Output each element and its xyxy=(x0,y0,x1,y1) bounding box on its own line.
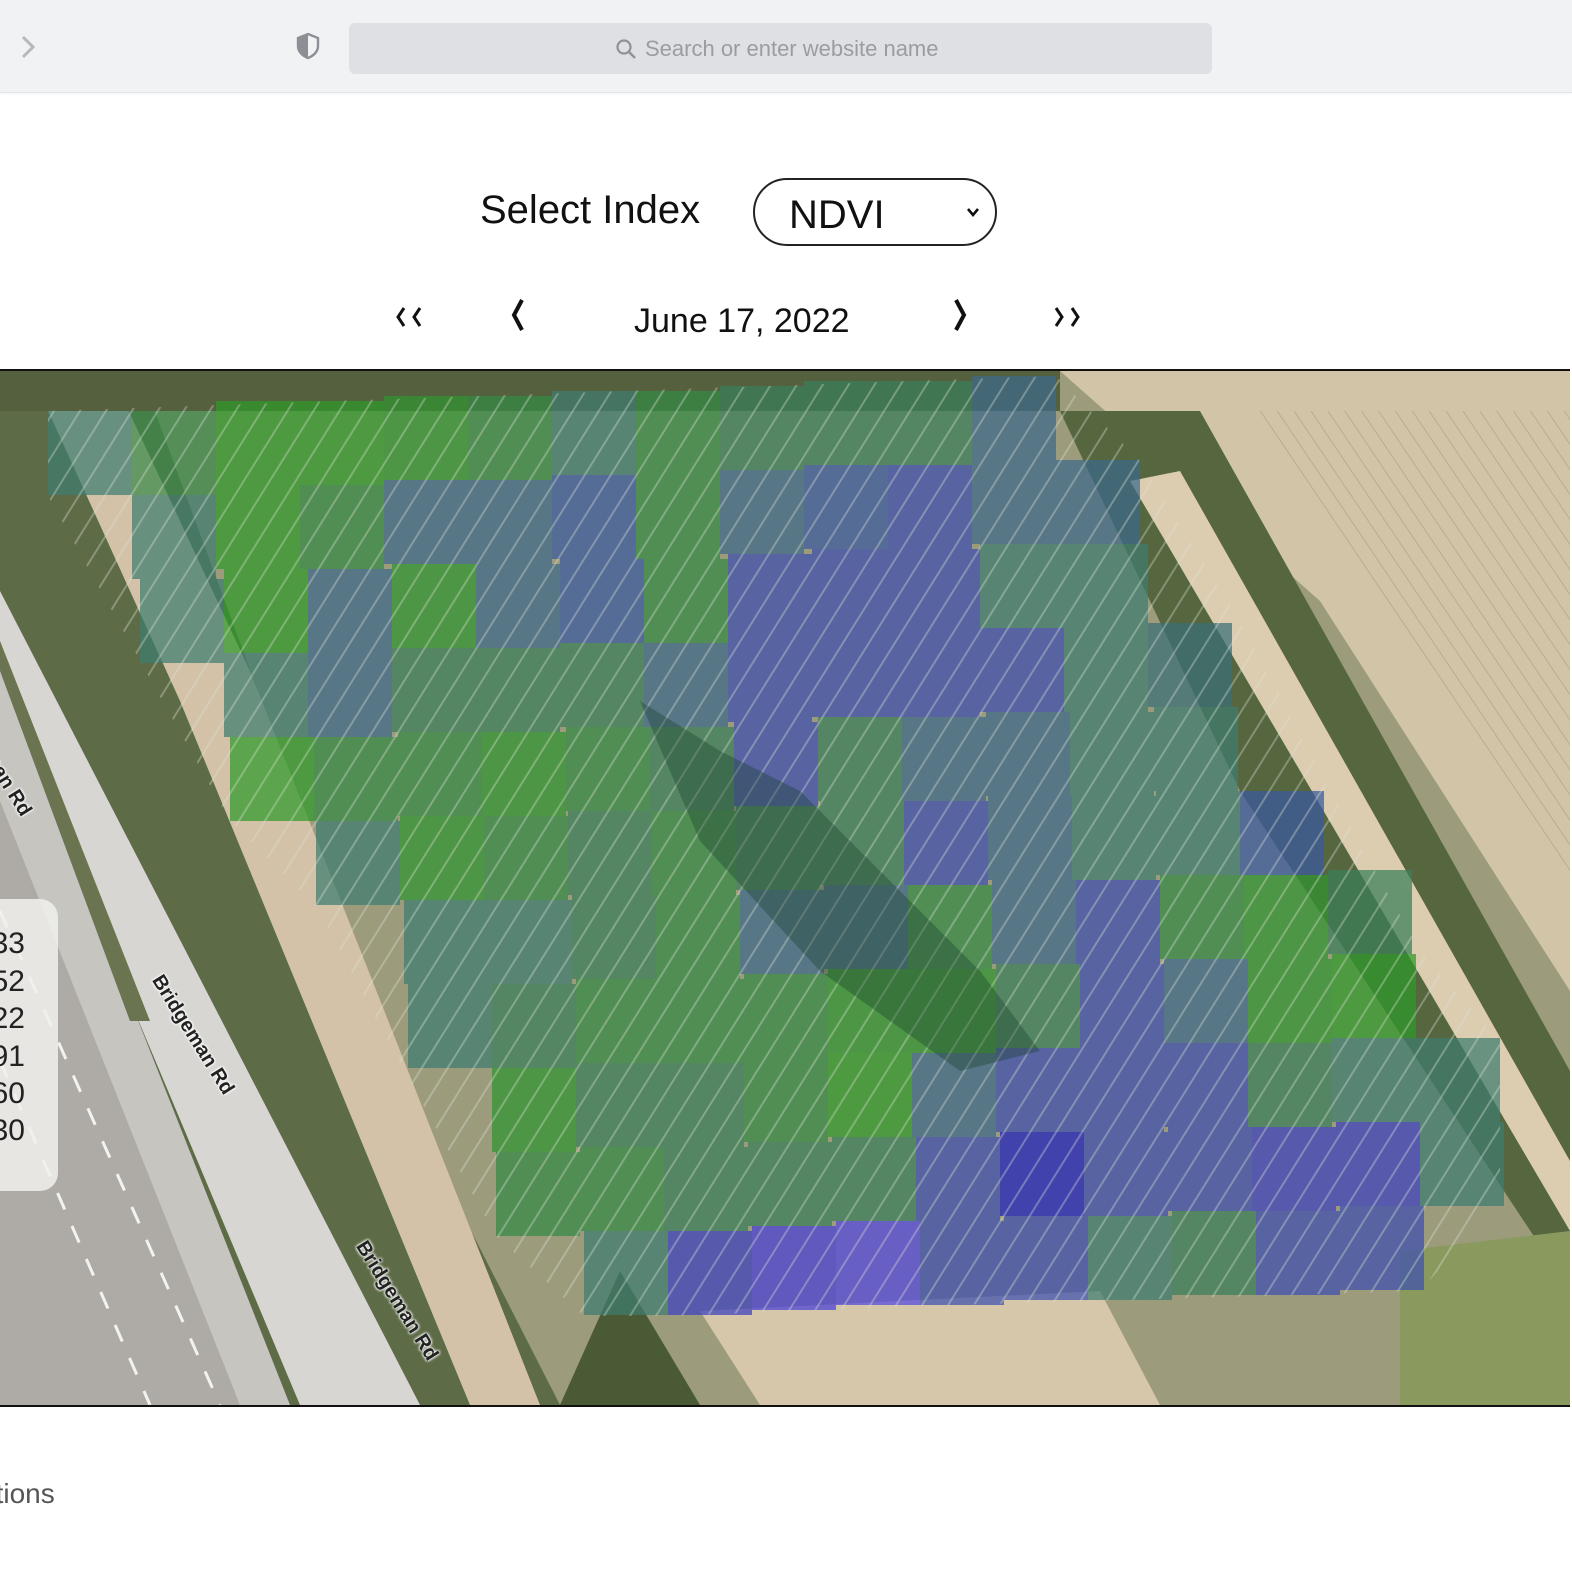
map-legend: 33 52 22 91 60 30 xyxy=(0,899,58,1191)
next-date-button[interactable] xyxy=(946,290,974,340)
chevron-left-icon xyxy=(511,299,524,331)
ndvi-map[interactable]: nan Rd Bridgeman Rd Bridgeman Rd 33 52 2… xyxy=(0,369,1570,1407)
select-index-label: Select Index xyxy=(480,188,701,232)
legend-value: 52 xyxy=(0,965,25,998)
double-chevron-right-icon xyxy=(1054,307,1080,327)
legend-value: 22 xyxy=(0,1002,25,1035)
previous-date-button[interactable] xyxy=(504,290,532,340)
browser-toolbar xyxy=(0,0,1572,93)
legend-value: 60 xyxy=(0,1077,25,1110)
legend-value: 30 xyxy=(0,1114,25,1147)
chevron-right-icon xyxy=(954,299,967,331)
address-bar[interactable] xyxy=(349,23,1212,74)
map-canvas xyxy=(0,371,1570,1405)
legend-value: 33 xyxy=(0,927,25,960)
first-date-button[interactable] xyxy=(392,290,432,340)
current-date: June 17, 2022 xyxy=(634,302,850,340)
shield-icon[interactable] xyxy=(294,32,322,60)
last-date-button[interactable] xyxy=(1048,290,1088,340)
magnifier-icon xyxy=(616,39,636,59)
address-input[interactable] xyxy=(643,31,1167,67)
legend-value: 91 xyxy=(0,1040,25,1073)
chevron-down-icon xyxy=(967,208,979,218)
forward-button[interactable] xyxy=(14,30,42,64)
index-select[interactable]: NDVI xyxy=(753,178,997,246)
double-chevron-left-icon xyxy=(396,307,422,327)
index-select-value: NDVI xyxy=(789,193,885,237)
chevron-right-icon xyxy=(21,35,36,59)
options-link[interactable]: ptions xyxy=(0,1478,55,1510)
